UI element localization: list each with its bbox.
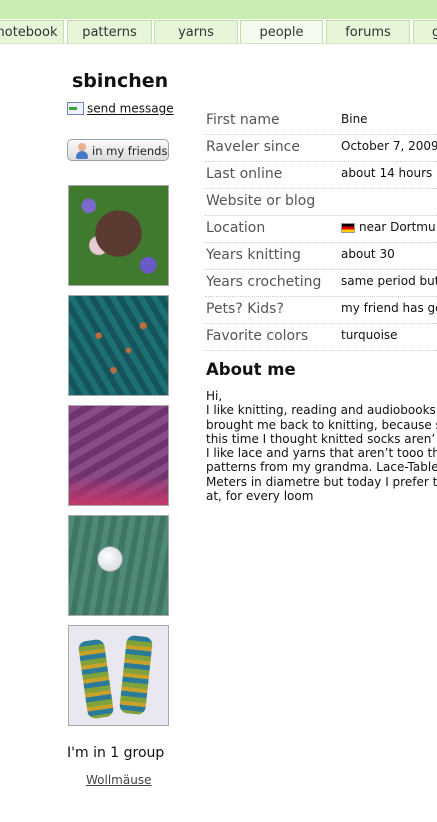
about-line: I like lace and yarns that aren’t tooo t… <box>206 446 437 461</box>
photo-thumbnail-green-button[interactable] <box>68 515 169 616</box>
friends-button[interactable]: in my friends <box>67 139 169 161</box>
info-value: turquoise <box>341 328 398 342</box>
sock-shape <box>118 634 154 716</box>
username-heading: sbinchen <box>72 70 169 92</box>
info-label: Years crocheting <box>206 274 322 290</box>
photo-thumbnail-socks[interactable] <box>68 625 169 726</box>
send-message-link[interactable]: send message <box>87 102 174 116</box>
tab-forums[interactable]: forums <box>326 20 410 43</box>
about-line: this time I thought knitted socks aren’ <box>206 431 436 446</box>
group-link-wollmaeuse[interactable]: Wollmäuse <box>86 773 151 787</box>
germany-flag-icon <box>341 222 355 233</box>
person-icon <box>75 143 89 159</box>
info-value: Bine <box>341 112 368 126</box>
tab-people[interactable]: people <box>240 20 323 43</box>
about-me-heading: About me <box>206 360 296 379</box>
info-label: Website or blog <box>206 193 316 209</box>
info-value: same period but <box>341 274 437 288</box>
info-row-first-name: First name Bine <box>205 108 437 135</box>
info-value: about 30 <box>341 247 395 261</box>
profile-info-table: First name Bine Raveler since October 7,… <box>205 108 437 351</box>
about-me-text: Hi, I like knitting, reading and audiobo… <box>206 389 437 503</box>
info-row-last-online: Last online about 14 hours <box>205 162 437 189</box>
info-value: October 7, 2009 <box>341 139 437 153</box>
tab-groups[interactable]: g <box>413 20 437 43</box>
send-message[interactable]: send message <box>67 101 174 116</box>
info-row-pets-kids: Pets? Kids? my friend has go <box>205 297 437 324</box>
sock-shape <box>77 638 115 720</box>
tab-patterns[interactable]: patterns <box>67 20 152 43</box>
info-label: Last online <box>206 166 283 182</box>
tab-yarns[interactable]: yarns <box>154 20 238 43</box>
top-navigation: notebook patterns yarns people forums g <box>0 0 437 44</box>
info-row-favorite-colors: Favorite colors turquoise <box>205 324 437 351</box>
info-label: First name <box>206 112 280 128</box>
about-line: I like knitting, reading and audiobooks. <box>206 403 437 418</box>
info-value: my friend has go <box>341 301 437 315</box>
about-line: Meters in diametre but today I prefer to <box>206 474 437 489</box>
info-row-location: Location near Dortmu <box>205 216 437 243</box>
photo-thumbnail-purple-shawl[interactable] <box>68 405 169 506</box>
about-line: patterns from my grandma. Lace-Table <box>206 460 437 475</box>
nav-tabs: notebook patterns yarns people forums g <box>0 20 437 44</box>
friends-button-label: in my friends <box>92 144 168 158</box>
tab-notebook[interactable]: notebook <box>0 20 64 43</box>
info-row-website: Website or blog <box>205 189 437 216</box>
nav-band <box>0 0 437 19</box>
info-label: Raveler since <box>206 139 300 155</box>
groups-title: I'm in 1 group <box>67 745 165 761</box>
photo-thumbnail-teal-lace[interactable] <box>68 295 169 396</box>
photo-thumbnail-hedgehog[interactable] <box>68 185 169 286</box>
info-value: about 14 hours <box>341 166 433 180</box>
info-label: Favorite colors <box>206 328 309 344</box>
info-label: Years knitting <box>206 247 301 263</box>
about-line: brought me back to knitting, because s <box>206 417 437 432</box>
info-row-years-knitting: Years knitting about 30 <box>205 243 437 270</box>
info-label: Pets? Kids? <box>206 301 284 317</box>
info-row-years-crocheting: Years crocheting same period but <box>205 270 437 297</box>
info-label: Location <box>206 220 266 236</box>
about-line: Hi, <box>206 389 223 403</box>
envelope-icon <box>67 102 84 115</box>
nav-divider <box>0 43 437 44</box>
about-line: at, for every loom <box>206 489 314 504</box>
info-value-location: near Dortmu <box>341 220 436 234</box>
location-text: near Dortmu <box>359 220 436 234</box>
info-row-raveler-since: Raveler since October 7, 2009 <box>205 135 437 162</box>
